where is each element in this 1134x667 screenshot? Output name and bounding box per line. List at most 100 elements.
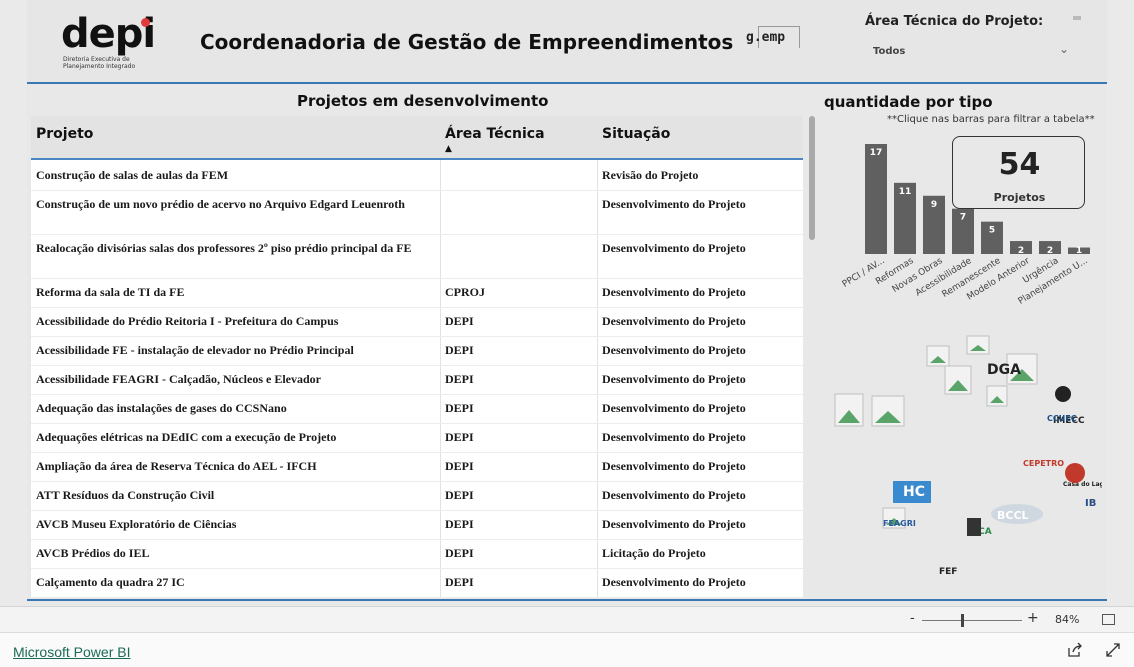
- fullscreen-icon[interactable]: [1105, 642, 1121, 658]
- cell-area-tecnica: DEPI: [445, 343, 474, 357]
- cell-projeto: Reforma da sala de TI da FE: [36, 285, 185, 299]
- logo-mark: [1055, 386, 1071, 402]
- cell-projeto: Construção de um novo prédio de acervo n…: [36, 197, 405, 211]
- depi-logo-subtitle: Diretoria Executiva de Planejamento Inte…: [61, 56, 161, 70]
- cell-projeto: Ampliação da área de Reserva Técnica do …: [36, 459, 317, 473]
- logo-red-dot: [141, 18, 150, 27]
- powerbi-link[interactable]: Microsoft Power BI: [13, 644, 130, 660]
- table-row[interactable]: Realocação divisórias salas dos professo…: [31, 235, 803, 279]
- bar[interactable]: [865, 144, 887, 254]
- column-header-projeto[interactable]: Projeto: [36, 126, 93, 142]
- cell-projeto: Adequações elétricas na DEdIC com a exec…: [36, 430, 337, 444]
- cell-situacao: Licitação do Projeto: [602, 546, 706, 560]
- bar-data-label: 17: [870, 148, 883, 158]
- cell-projeto: Construção de salas de aulas da FEM: [36, 168, 229, 182]
- logo-mark: [1065, 463, 1085, 483]
- cell-area-tecnica: DEPI: [445, 459, 474, 473]
- partner-logo-text: CEPETRO: [1023, 459, 1064, 468]
- table-row[interactable]: AVCB Prédios do IEL DEPI Licitação do Proj…: [31, 540, 803, 569]
- bar-data-label: 5: [989, 226, 995, 236]
- cell-projeto: Acessibilidade do Prédio Reitoria I - Pr…: [36, 314, 339, 328]
- bar-data-label: 7: [960, 213, 966, 223]
- cell-situacao: Desenvolvimento do Projeto: [602, 459, 746, 473]
- projects-table: Projeto Área Técnica Situação ▲ Construç…: [31, 116, 803, 598]
- table-row[interactable]: AVCB Museu Exploratório de Ciências DEPI D…: [31, 511, 803, 540]
- bar-data-label: 9: [931, 200, 937, 210]
- zoom-out-button[interactable]: -: [910, 611, 915, 626]
- partner-logo-text: IB: [1085, 498, 1096, 509]
- zoom-slider-track[interactable]: [922, 620, 1022, 621]
- cell-projeto: ATT Resíduos da Construção Civil: [36, 488, 215, 502]
- sort-ascending-icon: ▲: [445, 144, 452, 154]
- partner-logo-text: BCCL: [997, 509, 1029, 522]
- cell-projeto: Realocação divisórias salas dos professo…: [36, 241, 412, 255]
- cell-situacao: Desenvolvimento do Projeto: [602, 241, 746, 255]
- zoom-slider-thumb[interactable]: [961, 614, 964, 627]
- share-icon[interactable]: [1067, 642, 1083, 658]
- slicer-dropdown-value[interactable]: Todos: [873, 46, 905, 57]
- slicer-clear-icon[interactable]: [1073, 16, 1081, 20]
- table-row[interactable]: Adequações elétricas na DEdIC com a exec…: [31, 424, 803, 453]
- cell-area-tecnica: DEPI: [445, 372, 474, 386]
- table-row[interactable]: Construção de salas de aulas da FEM Revis…: [31, 162, 803, 191]
- column-header-situacao[interactable]: Situação: [602, 126, 670, 142]
- cell-situacao: Desenvolvimento do Projeto: [602, 197, 746, 211]
- table-row[interactable]: Construção de um novo prédio de acervo n…: [31, 191, 803, 235]
- gemp-logo-text: g.emp: [746, 30, 786, 45]
- cell-situacao: Desenvolvimento do Projeto: [602, 343, 746, 357]
- cell-area-tecnica: DEPI: [445, 546, 474, 560]
- cell-situacao: Desenvolvimento do Projeto: [602, 285, 746, 299]
- table-row[interactable]: Acessibilidade FE - instalação de elevad…: [31, 337, 803, 366]
- cell-situacao: Desenvolvimento do Projeto: [602, 488, 746, 502]
- partner-logo-text: Casa do Lago: [1063, 481, 1102, 488]
- cell-projeto: Acessibilidade FE - instalação de elevad…: [36, 343, 354, 357]
- powerbi-footer: Microsoft Power BI: [0, 632, 1134, 667]
- cell-area-tecnica: DEPI: [445, 488, 474, 502]
- zoom-bar: - + 84%: [0, 606, 1134, 632]
- logo-subtitle-line-2: Planejamento Integrado: [63, 63, 136, 70]
- table-title: Projetos em desenvolvimento: [297, 92, 549, 110]
- scrollbar-thumb[interactable]: [809, 116, 815, 240]
- cell-area-tecnica: DEPI: [445, 401, 474, 415]
- logo-mark: [967, 518, 981, 536]
- partner-logo-text: HC: [903, 484, 925, 500]
- table-row[interactable]: Acessibilidade do Prédio Reitoria I - Pr…: [31, 308, 803, 337]
- cell-area-tecnica: DEPI: [445, 430, 474, 444]
- bar-data-label: 2: [1047, 246, 1053, 256]
- chevron-down-icon[interactable]: ⌄: [1059, 42, 1069, 56]
- column-header-area-tecnica[interactable]: Área Técnica: [445, 126, 545, 142]
- partner-logo-text: DGA: [987, 362, 1021, 378]
- kpi-label: Projetos: [993, 191, 1046, 204]
- cell-projeto: Calçamento da quadra 27 IC: [36, 575, 185, 589]
- table-row[interactable]: Ampliação da área de Reserva Técnica do …: [31, 453, 803, 482]
- zoom-level: 84%: [1055, 613, 1080, 626]
- cell-projeto: AVCB Museu Exploratório de Ciências: [36, 517, 237, 531]
- bar-data-label: 1: [1076, 246, 1082, 256]
- kpi-card: 54 Projetos: [952, 136, 1085, 209]
- partner-logo-text: CCUEC: [1047, 414, 1077, 423]
- cell-projeto: AVCB Prédios do IEL: [36, 546, 150, 560]
- page-title: Coordenadoria de Gestão de Empreendiment…: [200, 30, 734, 54]
- fit-to-page-icon[interactable]: [1102, 614, 1115, 625]
- cell-area-tecnica: DEPI: [445, 314, 474, 328]
- cell-area-tecnica: DEPI: [445, 575, 474, 589]
- table-row[interactable]: Calçamento da quadra 27 IC DEPI Desenvolvi…: [31, 569, 803, 598]
- zoom-in-button[interactable]: +: [1027, 610, 1039, 626]
- bar-data-label: 11: [899, 187, 912, 197]
- cell-situacao: Desenvolvimento do Projeto: [602, 372, 746, 386]
- cell-situacao: Revisão do Projeto: [602, 168, 699, 182]
- cell-area-tecnica: CPROJ: [445, 285, 485, 299]
- cell-situacao: Desenvolvimento do Projeto: [602, 517, 746, 531]
- kpi-value: 54: [998, 147, 1041, 182]
- table-row[interactable]: ATT Resíduos da Construção Civil DEPI Dese…: [31, 482, 803, 511]
- cell-area-tecnica: DEPI: [445, 517, 474, 531]
- cell-projeto: Adequação das instalações de gases do CC…: [36, 401, 287, 415]
- report-header: depi Diretoria Executiva de Planejamento…: [27, 0, 1107, 84]
- table-row[interactable]: Reforma da sala de TI da FE CPROJ Desenvol…: [31, 279, 803, 308]
- table-row[interactable]: Adequação das instalações de gases do CC…: [31, 395, 803, 424]
- table-scrollbar[interactable]: [809, 116, 815, 598]
- depi-logo: depi Diretoria Executiva de Planejamento…: [61, 14, 161, 78]
- cell-projeto: Acessibilidade FEAGRI - Calçadão, Núcleo…: [36, 372, 321, 386]
- bar-data-label: 2: [1018, 246, 1024, 256]
- table-row[interactable]: Acessibilidade FEAGRI - Calçadão, Núcleo…: [31, 366, 803, 395]
